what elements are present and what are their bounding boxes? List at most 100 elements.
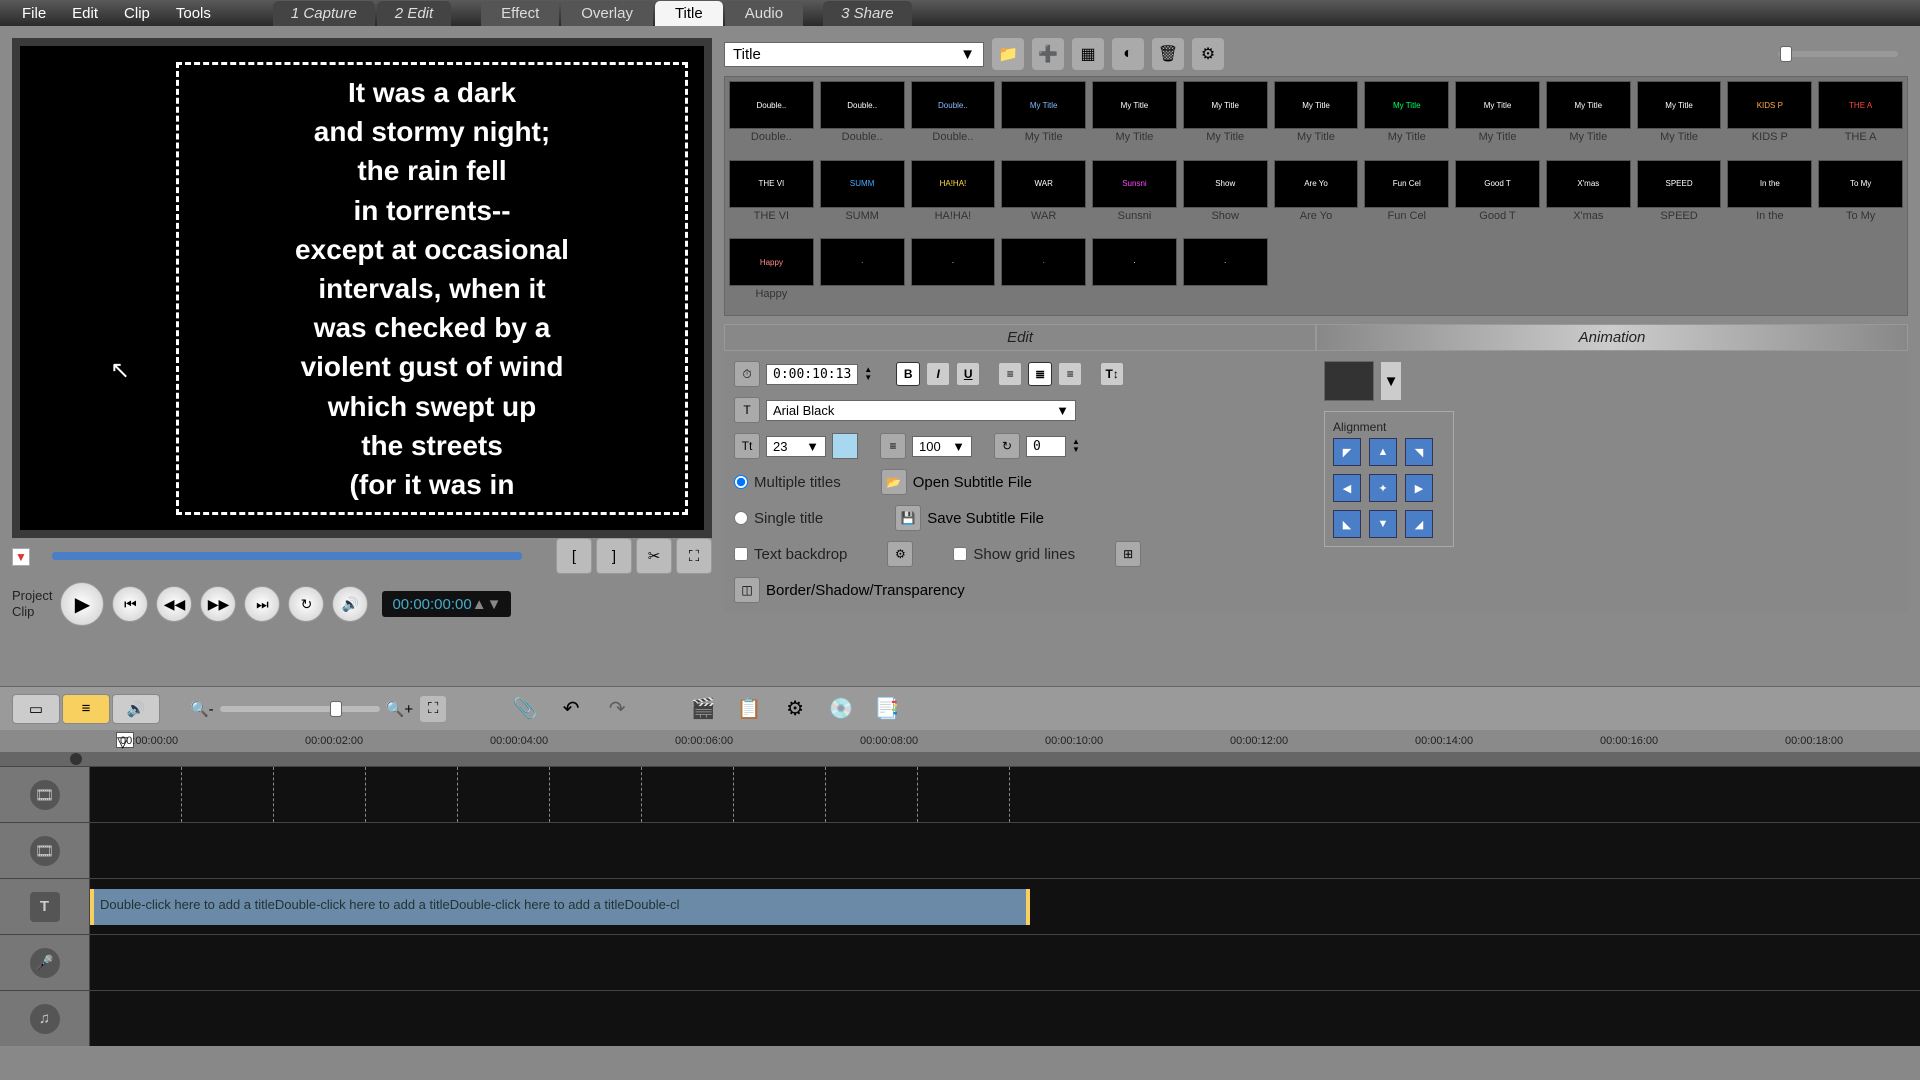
voice-track-icon[interactable]: 🎤	[30, 948, 60, 978]
backdrop-settings-icon[interactable]: ⚙	[887, 541, 913, 567]
batch-icon[interactable]: 📋	[731, 691, 767, 727]
font-select[interactable]: Arial Black▼	[766, 400, 1076, 421]
title-clip[interactable]: Double-click here to add a titleDouble-c…	[90, 889, 1030, 925]
align-center-button[interactable]: ≣	[1028, 362, 1052, 386]
border-shadow-button[interactable]: Border/Shadow/Transparency	[766, 582, 965, 599]
play-button[interactable]: ▶	[60, 582, 104, 626]
vertical-text-button[interactable]: T↕	[1100, 362, 1124, 386]
title-thumbnail[interactable]: X'masX'mas	[1546, 160, 1631, 233]
step-share[interactable]: 3 Share	[823, 1, 912, 26]
title-thumbnail[interactable]: My TitleMy Title	[1455, 81, 1540, 154]
subtab-overlay[interactable]: Overlay	[561, 1, 653, 26]
title-thumbnail[interactable]: Are YoAre Yo	[1274, 160, 1359, 233]
trim-start-button[interactable]: [	[556, 538, 592, 574]
voice-track-body[interactable]	[90, 935, 1920, 990]
title-color-preview[interactable]	[1324, 361, 1374, 401]
audio-view-button[interactable]: 🔊	[112, 694, 160, 724]
subtab-audio[interactable]: Audio	[725, 1, 803, 26]
loop-button[interactable]: ↻	[288, 586, 324, 622]
step-edit[interactable]: 2 Edit	[377, 1, 451, 26]
save-subtitle-label[interactable]: Save Subtitle File	[927, 510, 1044, 527]
timeline-ruler[interactable]: ▽ 00:00:00:0000:00:02:0000:00:04:0000:00…	[0, 730, 1920, 752]
redo-icon[interactable]: ↷	[599, 691, 635, 727]
title-thumbnail[interactable]: ·	[1092, 238, 1177, 311]
next-button[interactable]: ⏭	[244, 586, 280, 622]
show-grid-checkbox[interactable]: Show grid lines	[953, 546, 1075, 563]
marker-icon[interactable]: ▼	[12, 548, 30, 566]
grid-settings-icon[interactable]: ⊞	[1115, 541, 1141, 567]
align-tr[interactable]: ◥	[1405, 438, 1433, 466]
line-spacing-select[interactable]: 100▼	[912, 436, 972, 457]
open-subtitle-icon[interactable]: 📂	[881, 469, 907, 495]
align-tc[interactable]: ▲	[1369, 438, 1397, 466]
title-thumbnail[interactable]: WARWAR	[1001, 160, 1086, 233]
title-thumbnail[interactable]: Double..Double..	[911, 81, 996, 154]
storyboard-view-button[interactable]: ▭	[12, 694, 60, 724]
library-zoom-slider[interactable]	[1778, 51, 1898, 57]
title-color-dropdown[interactable]: ▼	[1380, 361, 1402, 401]
duration-input[interactable]: 0:00:10:13	[766, 364, 858, 385]
open-subtitle-label[interactable]: Open Subtitle File	[913, 474, 1032, 491]
timecode[interactable]: 00:00:00:00▲▼	[382, 591, 511, 617]
title-thumbnail[interactable]: SPEEDSPEED	[1637, 160, 1722, 233]
align-left-button[interactable]: ≡	[998, 362, 1022, 386]
title-thumbnail[interactable]: My TitleMy Title	[1183, 81, 1268, 154]
save-subtitle-icon[interactable]: 💾	[895, 505, 921, 531]
title-thumbnail[interactable]: ·	[820, 238, 905, 311]
library-dropdown[interactable]: Title▼	[724, 42, 984, 67]
align-tl[interactable]: ◤	[1333, 438, 1361, 466]
title-thumbnail[interactable]: Double..Double..	[820, 81, 905, 154]
split-button[interactable]: ✂	[636, 538, 672, 574]
title-thumbnail[interactable]: My TitleMy Title	[1637, 81, 1722, 154]
folder-icon[interactable]: 📁	[992, 38, 1024, 70]
step-capture[interactable]: 1 Capture	[273, 1, 375, 26]
title-track-icon[interactable]: T	[30, 892, 60, 922]
title-thumbnail[interactable]: Fun CelFun Cel	[1364, 160, 1449, 233]
align-right-button[interactable]: ≡	[1058, 362, 1082, 386]
forward-button[interactable]: ▶▶	[200, 586, 236, 622]
trim-end-button[interactable]: ]	[596, 538, 632, 574]
subtab-title[interactable]: Title	[655, 1, 723, 26]
title-track-body[interactable]: Double-click here to add a titleDouble-c…	[90, 879, 1920, 934]
title-thumbnail[interactable]: SUMMSUMM	[820, 160, 905, 233]
chapter-icon[interactable]: 📑	[869, 691, 905, 727]
align-mc[interactable]: ✦	[1369, 474, 1397, 502]
overlay-track-body[interactable]	[90, 823, 1920, 878]
align-mr[interactable]: ▶	[1405, 474, 1433, 502]
add-icon[interactable]: ➕	[1032, 38, 1064, 70]
title-thumbnail[interactable]: HappyHappy	[729, 238, 814, 311]
menu-clip[interactable]: Clip	[112, 1, 162, 26]
menu-tools[interactable]: Tools	[164, 1, 223, 26]
title-thumbnail[interactable]: My TitleMy Title	[1274, 81, 1359, 154]
preview-screen[interactable]: It was a dark and stormy night; the rain…	[12, 38, 712, 538]
align-br[interactable]: ◢	[1405, 510, 1433, 538]
overlay-track-icon[interactable]: 🎞	[30, 836, 60, 866]
font-size-select[interactable]: 23▼	[766, 436, 826, 457]
insert-media-icon[interactable]: 📎	[507, 691, 543, 727]
rotation-input[interactable]	[1026, 436, 1066, 457]
title-thumbnail[interactable]: ·	[1001, 238, 1086, 311]
italic-button[interactable]: I	[926, 362, 950, 386]
edit-tab[interactable]: Edit	[724, 324, 1316, 351]
multiple-titles-radio[interactable]: Multiple titles	[734, 474, 841, 491]
sort-icon[interactable]: ◐	[1112, 38, 1144, 70]
title-thumbnail[interactable]: ShowShow	[1183, 160, 1268, 233]
prev-button[interactable]: ⏮	[112, 586, 148, 622]
preview-scrubber[interactable]	[52, 552, 522, 560]
animation-tab[interactable]: Animation	[1316, 324, 1908, 351]
title-thumbnail[interactable]: My TitleMy Title	[1546, 81, 1631, 154]
title-thumbnail[interactable]: THE ATHE A	[1818, 81, 1903, 154]
title-thumbnail[interactable]: THE VITHE VI	[729, 160, 814, 233]
subtab-effect[interactable]: Effect	[481, 1, 559, 26]
single-title-radio[interactable]: Single title	[734, 510, 823, 527]
video-track-body[interactable]	[90, 767, 1920, 822]
title-thumbnail[interactable]: HA!HA!HA!HA!	[911, 160, 996, 233]
bold-button[interactable]: B	[896, 362, 920, 386]
menu-edit[interactable]: Edit	[60, 1, 110, 26]
fullscreen-button[interactable]: ⛶	[676, 538, 712, 574]
title-thumbnail[interactable]: ·	[1183, 238, 1268, 311]
text-backdrop-checkbox[interactable]: Text backdrop	[734, 546, 847, 563]
mute-button[interactable]: 🔊	[332, 586, 368, 622]
title-thumbnail[interactable]: My TitleMy Title	[1364, 81, 1449, 154]
title-thumbnail[interactable]: My TitleMy Title	[1092, 81, 1177, 154]
